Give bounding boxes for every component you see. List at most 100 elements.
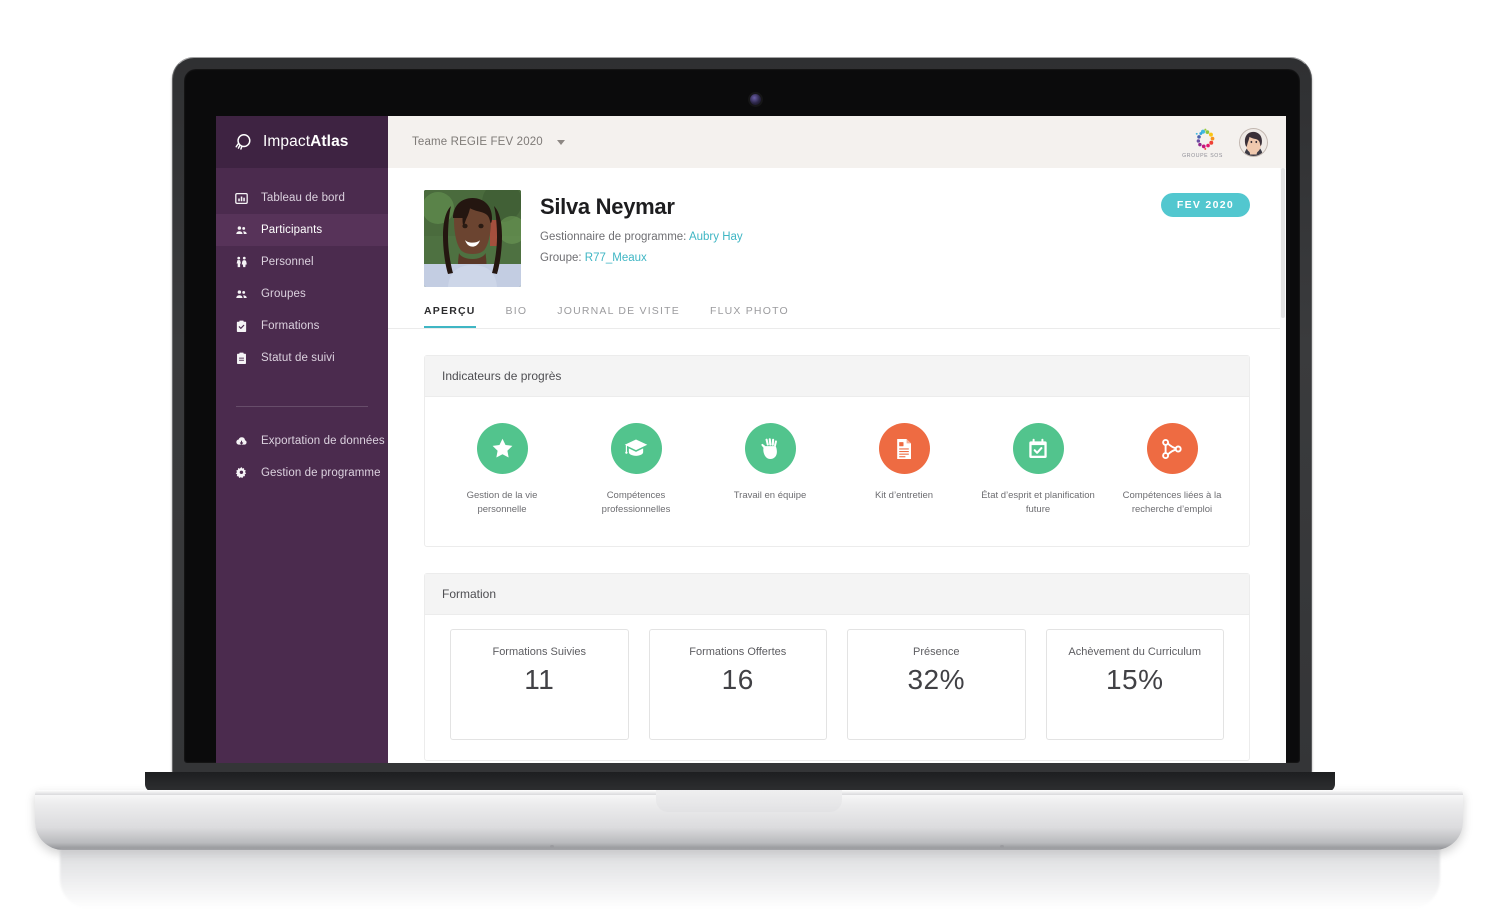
brand-logo[interactable]: ImpactAtlas	[216, 116, 388, 168]
sidebar-item-participants[interactable]: Participants	[216, 214, 388, 246]
groupe-sos-ring-icon	[1186, 126, 1220, 152]
laptop-screen: ImpactAtlas Tableau de bord Participants…	[216, 116, 1286, 763]
sidebar-item-statut-de-suivi[interactable]: Statut de suivi	[216, 342, 388, 374]
period-badge[interactable]: FEV 2020	[1160, 193, 1250, 217]
base-dot-left	[550, 845, 554, 848]
webcam-icon	[750, 94, 761, 105]
indicator-label: Compétences professionnelles	[601, 490, 671, 516]
people-icon	[235, 288, 248, 301]
brand-suffix: Atlas	[310, 133, 349, 150]
manager-link[interactable]: Aubry Hay	[689, 231, 743, 243]
panel-title: Indicateurs de progrès	[442, 369, 562, 383]
sidebar-item-personnel[interactable]: Personnel	[216, 246, 388, 278]
indicator-travail-en-equipe[interactable]: Travail en équipe	[703, 423, 837, 518]
stat-value: 15%	[1105, 663, 1164, 695]
scrollbar-track[interactable]	[1280, 168, 1286, 763]
laptop-base	[35, 790, 1463, 850]
brand-name: ImpactAtlas	[263, 133, 349, 151]
sidebar-item-gestion-de-programme[interactable]: Gestion de programme	[216, 457, 388, 489]
indicator-label: État d’esprit et planification future	[981, 490, 1095, 516]
sidebar-nav: Tableau de bord Participants Personnel G…	[216, 168, 388, 489]
profile-manager: Gestionnaire de programme: Aubry Hay	[540, 231, 743, 243]
stat-value: 32%	[907, 663, 966, 695]
indicator-kit-d-entretien[interactable]: Kit d’entretien	[837, 423, 971, 518]
calendar-check-icon	[1026, 437, 1050, 461]
stat-value: 16	[721, 663, 754, 695]
tab-flux-photo[interactable]: FLUX PHOTO	[710, 305, 789, 328]
sidebar-item-label: Personnel	[261, 256, 314, 268]
manager-label: Gestionnaire de programme:	[540, 231, 687, 243]
stat-card-formations-suivies: Formations Suivies 11	[450, 628, 629, 740]
indicator-badge	[1146, 423, 1198, 474]
indicator-competences-professionnelles[interactable]: Compétences professionnelles	[569, 423, 703, 518]
sidebar-item-exportation-de-donnees[interactable]: Exportation de données	[216, 425, 388, 457]
laptop-bezel: ImpactAtlas Tableau de bord Participants…	[184, 69, 1300, 763]
app-window: ImpactAtlas Tableau de bord Participants…	[216, 116, 1286, 763]
sidebar: ImpactAtlas Tableau de bord Participants…	[216, 116, 388, 763]
topbar-right: GROUPE SOS	[1182, 126, 1286, 159]
indicator-badge	[476, 423, 528, 474]
sidebar-item-label: Groupes	[261, 288, 306, 300]
base-dot-right	[1000, 845, 1004, 848]
main-region: Teame REGIE FEV 2020 GROUPE SOS FEV 2020…	[388, 116, 1286, 763]
graduation-cap-icon	[623, 436, 649, 462]
sidebar-item-formations[interactable]: Formations	[216, 310, 388, 342]
indicator-label: Travail en équipe	[733, 490, 807, 501]
indicator-list: Gestion de la vie personnelle Compétence…	[435, 423, 1239, 518]
screenshot-stage: ImpactAtlas Tableau de bord Participants…	[0, 0, 1498, 909]
indicator-competences-liees-a-la-recherche-d-emploi[interactable]: Compétences liées à la recherche d’emplo…	[1105, 423, 1239, 518]
sidebar-item-label: Formations	[261, 320, 320, 332]
staff-icon	[235, 256, 248, 269]
team-selector[interactable]: Teame REGIE FEV 2020	[412, 136, 565, 148]
stat-label: Formations Suivies	[492, 645, 587, 658]
sidebar-item-groupes[interactable]: Groupes	[216, 278, 388, 310]
cloud-download-icon	[235, 435, 248, 448]
group-label: Groupe:	[540, 252, 582, 264]
tab-bio[interactable]: BIO	[506, 305, 528, 328]
indicator-label: Gestion de la vie personnelle	[466, 490, 538, 516]
stat-card-presence: Présence 32%	[847, 628, 1026, 740]
clipboard-icon	[235, 352, 248, 365]
star-icon	[490, 436, 515, 461]
panel-header: Formation	[425, 573, 1249, 615]
sidebar-item-tableau-de-bord[interactable]: Tableau de bord	[216, 182, 388, 214]
document-icon	[892, 437, 916, 461]
sidebar-item-label: Exportation de données	[261, 435, 385, 447]
scrollbar-thumb[interactable]	[1281, 168, 1285, 318]
indicator-badge	[610, 423, 662, 474]
avatar[interactable]	[1239, 127, 1268, 157]
panel-body: Gestion de la vie personnelle Compétence…	[425, 397, 1249, 546]
stat-value: 11	[524, 663, 555, 695]
tab-journal-de-visite[interactable]: JOURNAL DE VISITE	[557, 305, 680, 328]
formation-panel: Formation Formations Suivies 11 Formatio…	[424, 572, 1250, 761]
stat-label: Présence	[913, 645, 960, 658]
tab-apercu[interactable]: APERÇU	[424, 305, 476, 328]
indicator-gestion-de-la-vie-personnelle[interactable]: Gestion de la vie personnelle	[435, 423, 569, 518]
page-title: Silva Neymar	[540, 194, 675, 219]
indicator-badge	[878, 423, 930, 474]
gear-icon	[235, 466, 248, 480]
profile-tabs: APERÇU BIO JOURNAL DE VISITE FLUX PHOTO	[388, 305, 1286, 329]
panels: Indicateurs de progrès Gestion de la vie…	[388, 329, 1286, 763]
brand-prefix: Impact	[263, 133, 311, 150]
panel-title: Formation	[442, 586, 497, 601]
profile-row: Silva Neymar Gestionnaire de programme: …	[388, 190, 1286, 287]
people-icon	[235, 224, 248, 237]
indicator-label: Kit d’entretien	[874, 490, 934, 501]
progress-indicators-panel: Indicateurs de progrès Gestion de la vie…	[424, 355, 1250, 547]
sidebar-divider	[236, 406, 368, 407]
sidebar-item-label: Gestion de programme	[261, 467, 381, 479]
bar-chart-icon	[235, 192, 248, 205]
stat-label: Achèvement du Curriculum	[1068, 645, 1202, 658]
indicator-label: Compétences liées à la recherche d’emplo…	[1122, 490, 1222, 516]
panel-header: Indicateurs de progrès	[425, 356, 1249, 397]
profile-header: FEV 2020 Silva Neymar Gestionnaire de pr…	[388, 168, 1286, 329]
content-area: FEV 2020 Silva Neymar Gestionnaire de pr…	[388, 168, 1286, 763]
raised-fist-icon	[758, 437, 782, 461]
team-selector-value: Teame REGIE FEV 2020	[412, 136, 543, 148]
groupe-sos-logo: GROUPE SOS	[1182, 126, 1223, 159]
group-link[interactable]: R77_Meaux	[585, 252, 647, 264]
indicator-etat-d-esprit-et-planification-future[interactable]: État d’esprit et planification future	[971, 423, 1105, 518]
sidebar-item-label: Participants	[261, 224, 323, 236]
clipboard-check-icon	[235, 320, 248, 333]
